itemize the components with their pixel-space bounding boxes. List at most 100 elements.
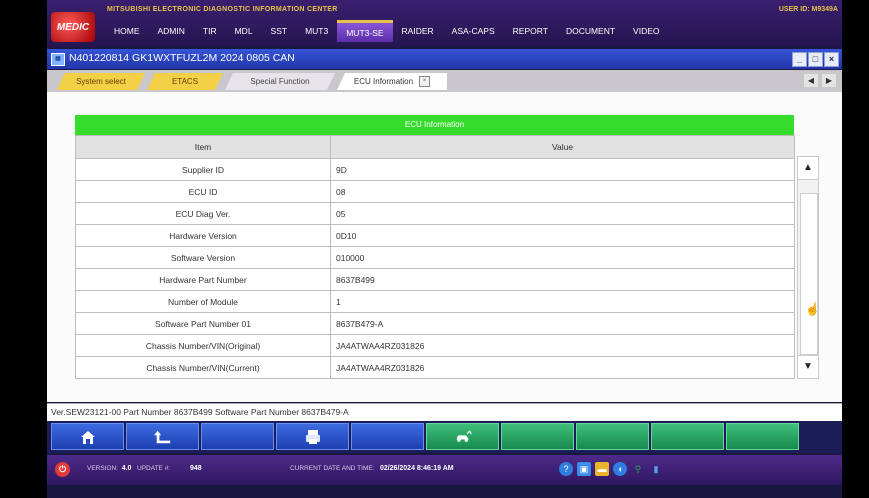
row-value: 05 [330,202,795,225]
tab-etacs[interactable]: ETACS [147,73,223,90]
row-value: JA4ATWAA4RZ031826 [330,356,795,379]
menu-home[interactable]: HOME [105,20,149,42]
scroll-thumb[interactable] [800,193,818,355]
maximize-button[interactable]: □ [808,52,823,67]
tab-label: ETACS [171,77,199,86]
print-icon [304,428,322,446]
back-button[interactable] [126,423,199,450]
row-item: Number of Module [75,290,331,313]
table-row[interactable]: Supplier ID 9D [75,158,795,181]
menu-document[interactable]: DOCUMENT [557,20,624,42]
tab-prev-icon[interactable]: ◀ [804,74,818,87]
tab-next-icon[interactable]: ▶ [822,74,836,87]
folder-icon[interactable]: ▬ [595,462,609,476]
datetime-value: 02/26/2024 8:46:19 AM [379,465,454,472]
row-item: ECU Diag Ver. [75,202,331,225]
menu-mdl[interactable]: MDL [226,20,262,42]
row-value: 08 [330,180,795,203]
scroll-up-icon[interactable]: ▲ [798,157,818,180]
power-icon[interactable]: ⏻ [55,462,70,477]
table-row[interactable]: Number of Module 1 [75,290,795,313]
row-item: Chassis Number/VIN(Current) [75,356,331,379]
menu-sst[interactable]: SST [262,20,297,42]
tab-strip: System select ETACS Special Function ECU… [47,70,842,92]
column-header-value: Value [330,135,795,159]
tab-label: Special Function [250,77,310,86]
row-value: 8637B479-A [330,312,795,335]
table-row[interactable]: Software Part Number 01 8637B479-A [75,312,795,335]
table-row[interactable]: ECU Diag Ver. 05 [75,202,795,225]
sound-icon[interactable]: ◖ [613,462,627,476]
home-button[interactable] [51,423,124,450]
back-arrow-icon [153,428,172,446]
row-value: 9D [330,158,795,181]
row-value: 8637B499 [330,268,795,291]
update-value: 948 [189,465,202,472]
table-row[interactable]: Software Version 010000 [75,246,795,269]
row-item: Chassis Number/VIN(Original) [75,334,331,357]
network-icon[interactable]: ⚲ [631,462,645,476]
car-connect-icon [454,428,472,446]
system-tray: ? ▣ ▬ ◖ ⚲ ▮ [559,462,663,476]
taskbar: ⏻ VERSION: 4.0 UPDATE #: 948 CURRENT DAT… [47,455,842,485]
menu-tir[interactable]: TIR [194,20,226,42]
tab-label: ECU Information [353,77,414,86]
tab-nav: ◀ ▶ [804,74,836,87]
toolbar-button-5[interactable] [351,423,424,450]
menu-mut3[interactable]: MUT3 [296,20,337,42]
close-button[interactable]: × [824,52,839,67]
toolbar-button-3[interactable] [201,423,274,450]
ecu-info-table: Item Value Supplier ID 9D ECU ID 08 ECU Di… [75,135,795,379]
row-item: Software Part Number 01 [75,312,331,335]
window-title-bar: ▦ N401220814 GK1WXTFUZL2M 2024 0805 CAN … [47,49,842,69]
datetime-info: CURRENT DATE AND TIME: 02/26/2024 8:46:1… [290,465,454,472]
table-row[interactable]: Chassis Number/VIN(Current) JA4ATWAA4RZ03… [75,356,795,379]
toolbar-button-10[interactable] [726,423,799,450]
row-value: 1 [330,290,795,313]
table-row[interactable]: Hardware Version 0D10 [75,224,795,247]
table-scrollbar[interactable]: ▲ ▼ [797,156,819,379]
tab-special-function[interactable]: Special Function [225,73,335,90]
tab-ecu-information[interactable]: ECU Information × [337,73,447,90]
menu-raider[interactable]: RAIDER [393,20,443,42]
table-row[interactable]: Hardware Part Number 8637B499 [75,268,795,291]
menu-mut3-se[interactable]: MUT3-SE [337,20,393,42]
status-text: Ver.SEW23121-00 Part Number 8637B499 Sof… [51,407,349,417]
menu-report[interactable]: REPORT [504,20,557,42]
update-label: UPDATE #: [137,465,171,472]
window-icon: ▦ [51,53,65,66]
ecu-info-panel: ECU Information Item Value Supplier ID 9D… [47,92,842,402]
toolbar-button-8[interactable] [576,423,649,450]
row-value: JA4ATWAA4RZ031826 [330,334,795,357]
hand-cursor-icon: ☝ [805,302,820,316]
version-label: VERSION: [87,465,119,472]
toolbar-button-7[interactable] [501,423,574,450]
battery-icon[interactable]: ▮ [649,462,663,476]
table-row[interactable]: ECU ID 08 [75,180,795,203]
section-title: ECU Information [75,115,794,135]
row-item: Hardware Version [75,224,331,247]
toolbar-button-9[interactable] [651,423,724,450]
table-row[interactable]: Chassis Number/VIN(Original) JA4ATWAA4RZ0… [75,334,795,357]
menu-video[interactable]: VIDEO [624,20,668,42]
scroll-down-icon[interactable]: ▼ [798,355,818,378]
tab-close-icon[interactable]: × [419,76,431,87]
app-frame: MEDIC MITSUBISHI ELECTRONIC DIAGNOSTIC I… [47,0,842,498]
print-button[interactable] [276,423,349,450]
row-item: Software Version [75,246,331,269]
brand-line: MITSUBISHI ELECTRONIC DIAGNOSTIC INFORMA… [107,6,338,13]
top-menu-bar: MEDIC MITSUBISHI ELECTRONIC DIAGNOSTIC I… [47,0,842,47]
tab-system-select[interactable]: System select [57,73,145,90]
menu-admin[interactable]: ADMIN [149,20,194,42]
home-icon [79,428,97,446]
window-title: N401220814 GK1WXTFUZL2M 2024 0805 CAN [69,52,295,64]
tab-label: System select [76,77,126,86]
monitor-icon[interactable]: ▣ [577,462,591,476]
help-icon[interactable]: ? [559,462,573,476]
minimize-button[interactable]: _ [792,52,807,67]
main-menu: HOME ADMIN TIR MDL SST MUT3 MUT3-SE RAID… [105,20,669,42]
menu-asa-caps[interactable]: ASA-CAPS [443,20,504,42]
vehicle-connect-button[interactable] [426,423,499,450]
version-value: 4.0 [121,465,132,472]
row-item: Supplier ID [75,158,331,181]
